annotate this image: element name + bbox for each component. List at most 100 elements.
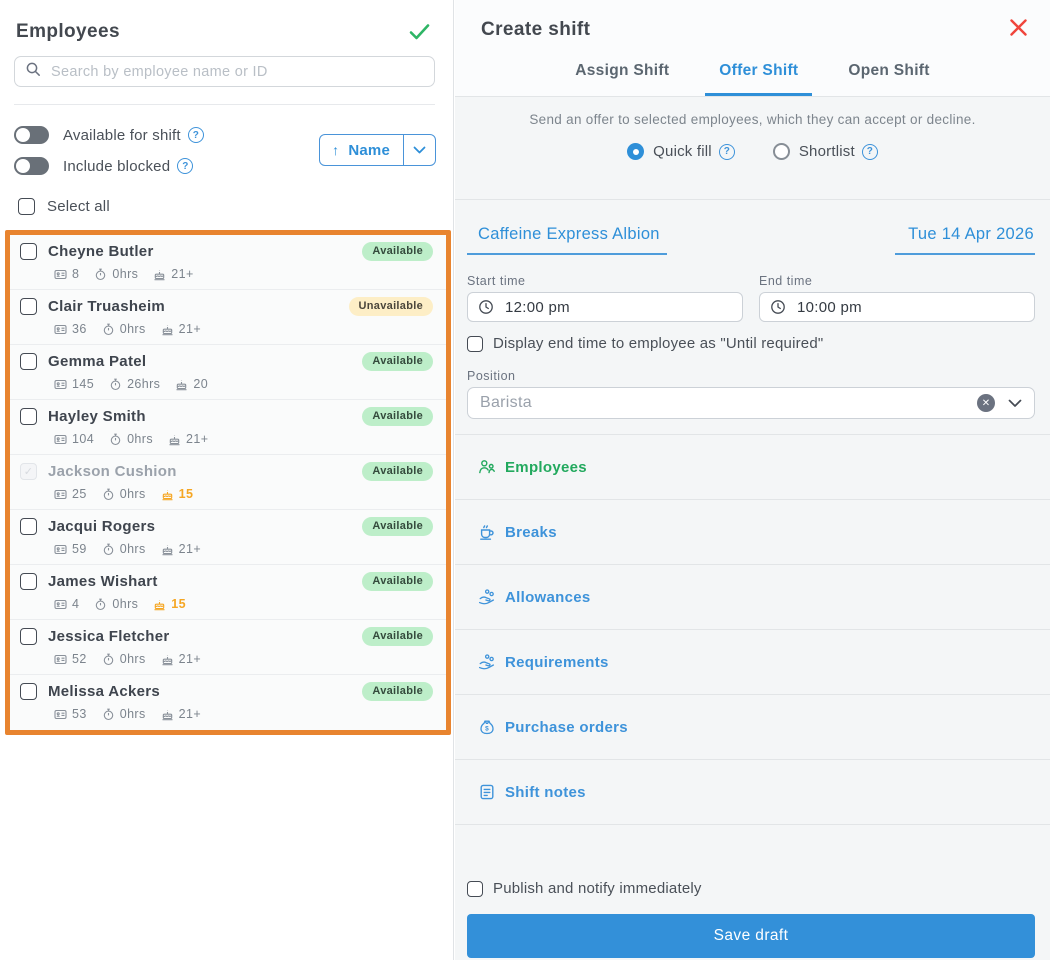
employee-row[interactable]: Gemma Patel Available 145 26hrs 20	[10, 345, 446, 400]
employee-checkbox[interactable]	[20, 573, 37, 590]
employee-hours: 0hrs	[102, 322, 146, 336]
id-badge-icon	[54, 544, 67, 554]
position-select[interactable]: Barista ✕	[467, 387, 1035, 419]
employee-name: Jacqui Rogers	[48, 518, 156, 535]
status-badge: Available	[362, 407, 433, 426]
quick-fill-option[interactable]: Quick fill ?	[627, 143, 735, 160]
publish-checkbox[interactable]	[467, 880, 483, 897]
stopwatch-icon	[103, 488, 113, 500]
until-required-checkbox[interactable]	[467, 335, 483, 352]
employee-checkbox[interactable]	[20, 243, 37, 260]
stopwatch-icon	[103, 653, 113, 665]
id-badge-icon	[54, 434, 67, 444]
select-all-checkbox[interactable]	[18, 198, 35, 215]
sort-button[interactable]: ↑ Name	[319, 134, 436, 166]
cake-icon	[176, 379, 187, 390]
status-badge: Available	[362, 572, 433, 591]
employee-id: 25	[54, 487, 87, 501]
section-shift-notes[interactable]: Shift notes	[455, 760, 1050, 825]
section-purchase-orders[interactable]: $ Purchase orders	[455, 695, 1050, 760]
section-employees[interactable]: Employees	[455, 435, 1050, 500]
employee-row[interactable]: Hayley Smith Available 104 0hrs 21+	[10, 400, 446, 455]
quick-fill-radio[interactable]	[627, 143, 645, 160]
employee-name: Gemma Patel	[48, 353, 147, 370]
create-shift-title: Create shift	[481, 19, 591, 40]
employee-checkbox[interactable]	[20, 518, 37, 535]
confirm-check-icon[interactable]	[408, 20, 431, 43]
chevron-down-icon[interactable]	[1008, 399, 1022, 408]
employee-age: 21+	[153, 267, 193, 281]
employee-checkbox[interactable]	[20, 353, 37, 370]
status-badge: Available	[362, 242, 433, 261]
section-breaks[interactable]: Breaks	[455, 500, 1050, 565]
search-input[interactable]	[51, 63, 424, 80]
employee-row[interactable]: Jessica Fletcher Available 52 0hrs 21+	[10, 620, 446, 675]
employee-checkbox[interactable]	[20, 628, 37, 645]
employee-row[interactable]: Cheyne Butler Available 8 0hrs 21+	[10, 235, 446, 290]
shortlist-radio[interactable]	[772, 143, 790, 160]
end-time-label: End time	[759, 274, 813, 288]
tab-offer-shift[interactable]: Offer Shift	[705, 62, 813, 96]
cake-icon	[162, 709, 173, 720]
employee-age: 21+	[168, 432, 208, 446]
select-all-row[interactable]: Select all	[18, 198, 453, 215]
svg-text:$: $	[485, 726, 489, 733]
employee-row[interactable]: Melissa Ackers Available 53 0hrs 21+	[10, 675, 446, 730]
employee-name: Clair Truasheim	[48, 298, 166, 315]
employee-age-warning: 15	[161, 487, 194, 501]
section-allowances[interactable]: Allowances	[455, 565, 1050, 630]
date-field[interactable]: Tue 14 Apr 2026	[895, 225, 1035, 255]
people-icon	[479, 460, 495, 474]
employee-id: 145	[54, 377, 94, 391]
publish-row[interactable]: Publish and notify immediately	[467, 880, 1035, 897]
employee-checkbox[interactable]	[20, 408, 37, 425]
stopwatch-icon	[103, 708, 113, 720]
offer-description-section: Send an offer to selected employees, whi…	[455, 112, 1050, 200]
employee-row[interactable]: Clair Truasheim Unavailable 36 0hrs 21+	[10, 290, 446, 345]
employee-hours: 0hrs	[94, 267, 138, 281]
employee-name: Melissa Ackers	[48, 683, 161, 700]
stopwatch-icon	[103, 543, 113, 555]
clear-icon[interactable]: ✕	[977, 394, 995, 412]
chevron-down-icon[interactable]	[404, 135, 435, 165]
coffee-cup-icon	[480, 525, 494, 540]
help-icon[interactable]: ?	[861, 143, 878, 160]
shortlist-option[interactable]: Shortlist ?	[772, 143, 878, 160]
search-box[interactable]	[14, 56, 435, 87]
employee-hours: 0hrs	[102, 542, 146, 556]
employee-name: Jackson Cushion	[48, 463, 177, 480]
employee-row[interactable]: James Wishart Available 4 0hrs 15	[10, 565, 446, 620]
stopwatch-icon	[96, 598, 106, 610]
end-time-input[interactable]: 10:00 pm	[759, 292, 1035, 322]
cake-icon	[162, 544, 173, 555]
status-badge: Available	[362, 352, 433, 371]
employee-name: Jessica Fletcher	[48, 628, 170, 645]
section-requirements[interactable]: Requirements	[455, 630, 1050, 695]
employee-row[interactable]: ✓ Jackson Cushion Available 25 0hrs 15	[10, 455, 446, 510]
cake-icon	[154, 599, 165, 610]
status-badge: Available	[362, 682, 433, 701]
stopwatch-icon	[110, 378, 121, 390]
help-icon[interactable]: ?	[718, 143, 735, 160]
available-for-shift-toggle[interactable]	[14, 126, 49, 144]
employee-checkbox[interactable]	[20, 683, 37, 700]
employee-checkbox[interactable]	[20, 298, 37, 315]
save-draft-button[interactable]: Save draft	[467, 914, 1035, 958]
location-field[interactable]: Caffeine Express Albion	[467, 225, 667, 255]
employee-hours: 0hrs	[109, 432, 153, 446]
select-all-label: Select all	[47, 198, 110, 215]
help-icon[interactable]: ?	[177, 158, 194, 174]
include-blocked-toggle[interactable]	[14, 157, 49, 175]
employee-row[interactable]: Jacqui Rogers Available 59 0hrs 21+	[10, 510, 446, 565]
employee-id: 4	[54, 597, 79, 611]
tab-assign-shift[interactable]: Assign Shift	[573, 62, 671, 96]
cake-icon	[162, 654, 173, 665]
stopwatch-icon	[96, 268, 106, 280]
employee-id: 53	[54, 707, 87, 721]
start-time-input[interactable]: 12:00 pm	[467, 292, 743, 322]
until-required-row[interactable]: Display end time to employee as "Until r…	[467, 335, 1035, 352]
employee-age: 21+	[161, 707, 201, 721]
help-icon[interactable]: ?	[187, 127, 204, 143]
close-icon[interactable]	[1009, 18, 1028, 42]
tab-open-shift[interactable]: Open Shift	[846, 62, 931, 96]
